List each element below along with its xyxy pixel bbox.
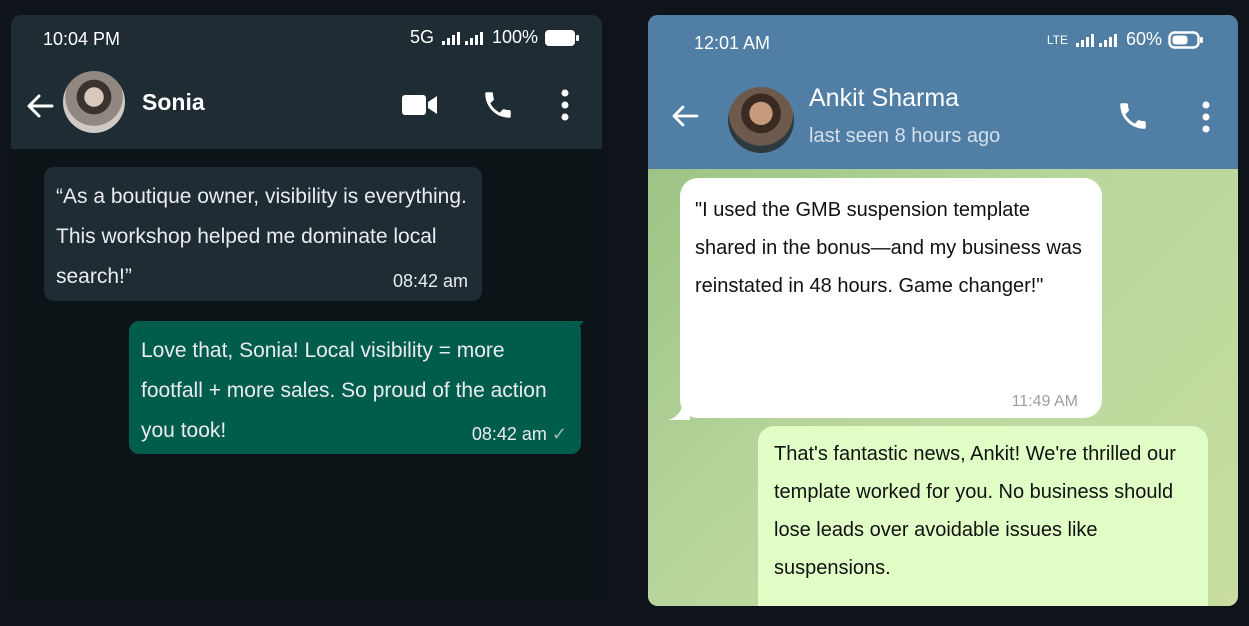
message-text: "I used the GMB suspension template shar…	[695, 199, 1082, 297]
status-bar: 10:04 PM 5G 100%	[11, 15, 602, 63]
phone-icon[interactable]	[481, 88, 515, 122]
battery-percent: 100%	[491, 27, 538, 47]
message-incoming[interactable]: “As a boutique owner, visibility is ever…	[44, 167, 482, 301]
signal-bars-icon	[1075, 33, 1117, 47]
message-meta: 08:42 am ✓	[472, 424, 567, 444]
status-bar: 12:01 AM LTE 60%	[648, 15, 1238, 67]
message-time: 08:42 am	[392, 271, 468, 291]
battery-icon	[1168, 30, 1203, 49]
video-camera-icon[interactable]	[401, 93, 439, 117]
message-time: 11:49 AM	[1011, 393, 1078, 410]
last-seen-status: last seen 8 hours ago	[809, 125, 1001, 147]
arrow-left-icon[interactable]	[25, 92, 55, 120]
status-time: 12:01 AM	[694, 33, 771, 53]
whatsapp-screen: 10:04 PM 5G 100% Sonia “As a boutique ow…	[11, 15, 602, 606]
message-outgoing[interactable]: That's fantastic news, Ankit! We're thri…	[758, 426, 1208, 606]
arrow-left-icon[interactable]	[670, 103, 700, 129]
more-vertical-icon[interactable]	[1201, 100, 1211, 134]
network-type: LTE	[1046, 32, 1068, 47]
chat-header: Ankit Sharma last seen 8 hours ago	[648, 67, 1238, 169]
phone-icon[interactable]	[1116, 99, 1150, 133]
contact-name[interactable]: Sonia	[142, 89, 205, 116]
avatar[interactable]	[728, 87, 794, 153]
checkmark-icon: ✓	[551, 424, 567, 444]
signal-bars-icon	[441, 31, 483, 45]
battery-icon	[545, 29, 579, 46]
status-time: 10:04 PM	[43, 29, 121, 49]
message-text: That's fantastic news, Ankit! We're thri…	[774, 443, 1176, 579]
avatar[interactable]	[63, 71, 125, 133]
status-right: 5G 100%	[410, 27, 580, 48]
message-incoming[interactable]: "I used the GMB suspension template shar…	[680, 178, 1102, 418]
network-type: 5G	[409, 27, 434, 47]
chat-header: Sonia	[11, 63, 602, 149]
contact-name[interactable]: Ankit Sharma	[809, 84, 959, 113]
more-vertical-icon[interactable]	[560, 88, 570, 122]
message-time: 08:42 am	[471, 424, 547, 444]
message-outgoing[interactable]: Love that, Sonia! Local visibility = mor…	[129, 321, 581, 454]
status-right: LTE 60%	[1047, 29, 1204, 50]
battery-percent: 60%	[1125, 29, 1162, 49]
telegram-screen: 12:01 AM LTE 60% Ankit Sharma last seen …	[648, 15, 1238, 606]
